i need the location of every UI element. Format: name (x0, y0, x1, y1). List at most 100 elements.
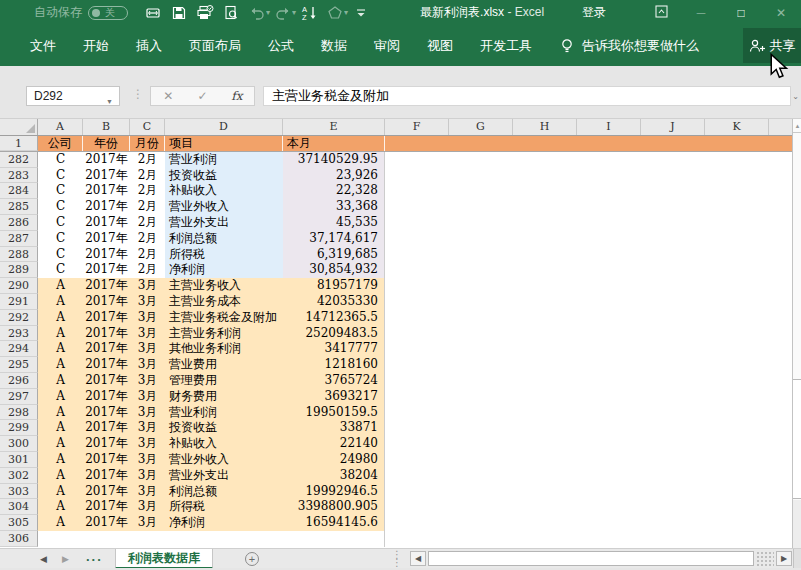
cell[interactable]: 营业利润 (165, 405, 283, 421)
cell[interactable]: 2月 (130, 168, 165, 184)
insert-function-icon[interactable]: fx (220, 89, 254, 103)
cell[interactable]: 3月 (130, 499, 165, 515)
cell[interactable]: 37140529.95 (283, 152, 385, 168)
cell[interactable]: 2017年 (83, 247, 130, 263)
cell[interactable]: 营业利润 (165, 152, 283, 168)
cell[interactable]: 1218160 (283, 357, 385, 373)
sign-in-button[interactable]: 登录 (582, 4, 606, 21)
column-header-B[interactable]: B (83, 119, 130, 135)
ribbon-tab-7[interactable]: 视图 (427, 37, 453, 55)
row-header-282[interactable]: 282 (0, 152, 38, 168)
ribbon-tab-1[interactable]: 开始 (83, 37, 109, 55)
row-header-300[interactable]: 300 (0, 436, 38, 452)
cell[interactable]: 2017年 (83, 484, 130, 500)
cell[interactable]: 主营业务成本 (165, 294, 283, 310)
cell[interactable]: 3月 (130, 357, 165, 373)
cell[interactable]: 3月 (130, 452, 165, 468)
ribbon-tab-8[interactable]: 开发工具 (480, 37, 532, 55)
cell[interactable]: 2017年 (83, 278, 130, 294)
touch-mode-icon[interactable] (140, 2, 166, 24)
cell[interactable]: 19992946.5 (283, 484, 385, 500)
cell[interactable]: 财务费用 (165, 389, 283, 405)
cell[interactable]: 净利润 (165, 515, 283, 531)
add-sheet-icon[interactable]: + (245, 552, 259, 566)
cell[interactable]: 3417777 (283, 341, 385, 357)
cell[interactable]: 3693217 (283, 389, 385, 405)
cell[interactable]: A (38, 373, 83, 389)
cell[interactable]: 6,319,685 (283, 247, 385, 263)
cell[interactable]: 管理费用 (165, 373, 283, 389)
cell[interactable] (385, 531, 792, 547)
cell[interactable]: 3765724 (283, 373, 385, 389)
cell[interactable]: 14712365.5 (283, 310, 385, 326)
cell[interactable]: 2017年 (83, 357, 130, 373)
cell[interactable] (385, 152, 792, 168)
cell[interactable]: C (38, 215, 83, 231)
cell[interactable] (385, 310, 792, 326)
row-header-285[interactable]: 285 (0, 199, 38, 215)
row-header-305[interactable]: 305 (0, 515, 38, 531)
confirm-entry-icon[interactable]: ✓ (185, 89, 219, 103)
cell[interactable]: 3月 (130, 278, 165, 294)
cell[interactable]: 3月 (130, 326, 165, 342)
cell[interactable]: A (38, 420, 83, 436)
cell[interactable] (385, 294, 792, 310)
cell[interactable]: 33,368 (283, 199, 385, 215)
cell[interactable]: 33871 (283, 420, 385, 436)
cell[interactable]: 3月 (130, 405, 165, 421)
cell[interactable]: 2017年 (83, 199, 130, 215)
row-header-299[interactable]: 299 (0, 420, 38, 436)
cell[interactable]: 2017年 (83, 183, 130, 199)
cell[interactable]: A (38, 310, 83, 326)
cell[interactable] (385, 183, 792, 199)
cell[interactable]: 16594145.6 (283, 515, 385, 531)
select-all-corner[interactable] (0, 119, 38, 135)
cell[interactable]: 主营业务利润 (165, 326, 283, 342)
row-header-296[interactable]: 296 (0, 373, 38, 389)
cell[interactable]: 2月 (130, 247, 165, 263)
cell[interactable]: 2月 (130, 262, 165, 278)
row-header-293[interactable]: 293 (0, 326, 38, 342)
cell[interactable] (385, 168, 792, 184)
column-header-partial[interactable] (769, 119, 792, 135)
cell[interactable]: 营业外收入 (165, 199, 283, 215)
cell[interactable]: 3月 (130, 515, 165, 531)
cell[interactable]: 2月 (130, 231, 165, 247)
cell[interactable]: C (38, 262, 83, 278)
row-header-286[interactable]: 286 (0, 215, 38, 231)
cell[interactable]: 3月 (130, 294, 165, 310)
cell[interactable] (385, 484, 792, 500)
cell[interactable] (385, 373, 792, 389)
column-header-H[interactable]: H (513, 119, 577, 135)
autosave-toggle[interactable]: 自动保存 关 (34, 4, 128, 21)
cell[interactable]: 2017年 (83, 294, 130, 310)
cell[interactable]: 营业外收入 (165, 452, 283, 468)
cell[interactable]: 3月 (130, 373, 165, 389)
cell[interactable]: 2017年 (83, 231, 130, 247)
cell[interactable] (385, 262, 792, 278)
column-header-F[interactable]: F (385, 119, 449, 135)
cell[interactable]: 3月 (130, 389, 165, 405)
sheet-tab-active[interactable]: 利润表数据库 (115, 549, 213, 569)
cell[interactable]: 2017年 (83, 389, 130, 405)
cell[interactable]: C (38, 247, 83, 263)
column-header-G[interactable]: G (449, 119, 513, 135)
cancel-entry-icon[interactable]: ✕ (151, 89, 185, 103)
cell[interactable]: 2017年 (83, 420, 130, 436)
cell[interactable]: 营业费用 (165, 357, 283, 373)
autosave-toggle-pill[interactable]: 关 (88, 6, 128, 20)
cell[interactable] (385, 499, 792, 515)
row-header-301[interactable]: 301 (0, 452, 38, 468)
cell[interactable]: A (38, 341, 83, 357)
cell[interactable]: A (38, 357, 83, 373)
cell[interactable]: 投资收益 (165, 168, 283, 184)
cell[interactable]: 2月 (130, 183, 165, 199)
scroll-left-icon[interactable]: ◀ (410, 551, 426, 566)
column-header-C[interactable]: C (130, 119, 165, 135)
cell[interactable]: 2月 (130, 152, 165, 168)
cell[interactable]: 3月 (130, 436, 165, 452)
scroll-right-icon[interactable]: ▶ (776, 551, 792, 566)
cell[interactable]: 2017年 (83, 215, 130, 231)
cell[interactable] (38, 531, 83, 547)
quick-print-icon[interactable] (192, 2, 218, 24)
